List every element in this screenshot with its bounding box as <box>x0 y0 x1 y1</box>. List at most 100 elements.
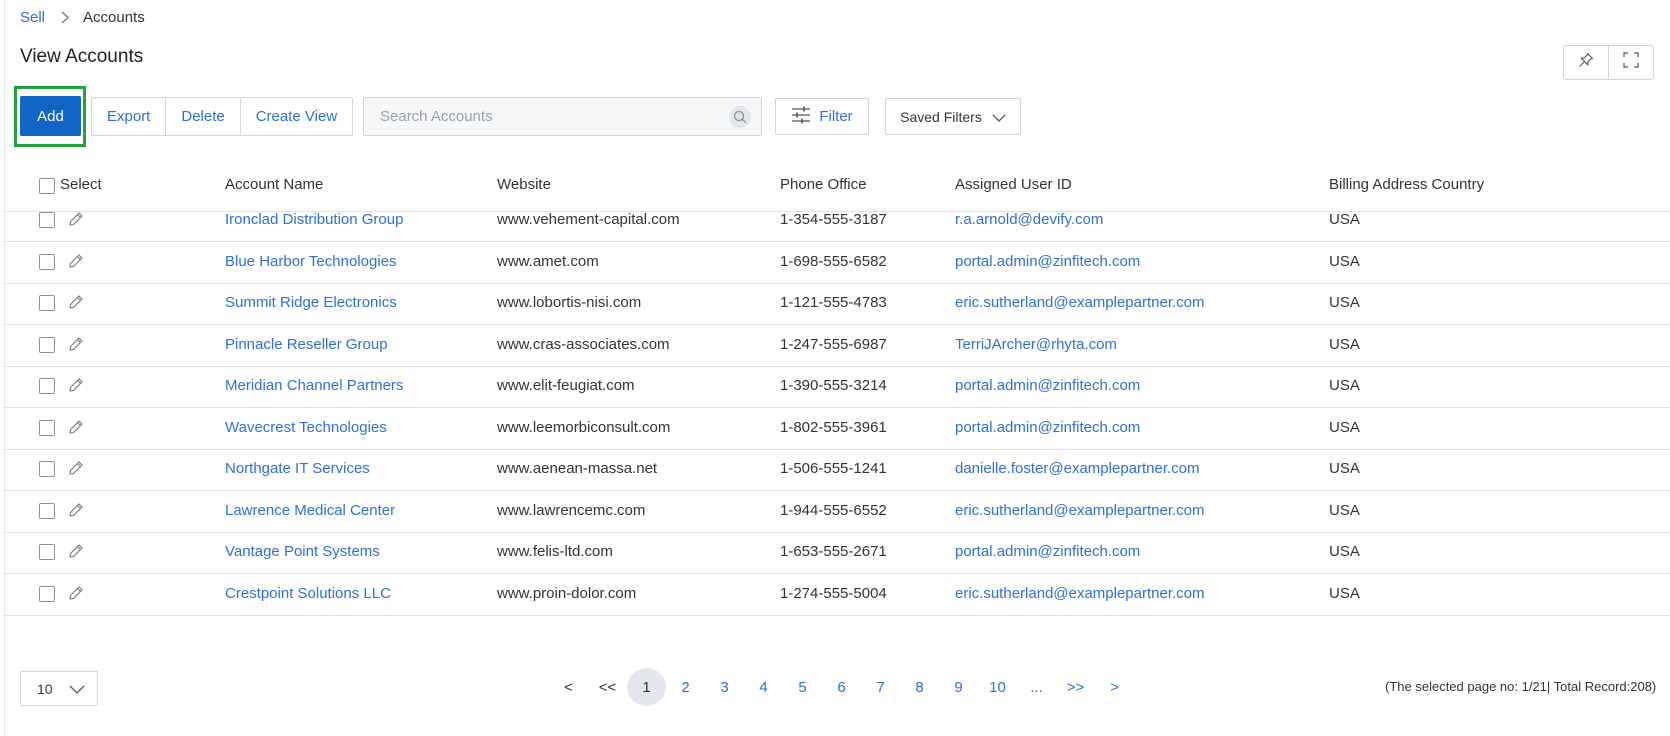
account-name-link[interactable]: Vantage Point Systems <box>225 543 380 560</box>
search-icon[interactable] <box>729 106 751 128</box>
row-checkbox[interactable] <box>39 544 55 560</box>
assigned-user-link[interactable]: portal.admin@zinfitech.com <box>955 419 1140 436</box>
column-header-assigned-user-id[interactable]: Assigned User ID <box>955 176 1072 193</box>
table-row: Northgate IT Services www.aenean-massa.ne… <box>4 448 1670 491</box>
page-number-button[interactable]: 4 <box>744 668 783 706</box>
page-title: View Accounts <box>20 46 144 67</box>
phone-cell: 1-698-555-6582 <box>780 253 887 270</box>
add-button[interactable]: Add <box>20 96 81 136</box>
assigned-user-link[interactable]: eric.sutherland@examplepartner.com <box>955 294 1205 311</box>
create-view-button[interactable]: Create View <box>239 98 352 135</box>
table-row: Wavecrest Technologies www.leemorbiconsul… <box>4 407 1670 450</box>
next-page-button[interactable]: > <box>1095 668 1134 706</box>
page-number-button[interactable]: 3 <box>705 668 744 706</box>
saved-filters-label: Saved Filters <box>900 108 982 125</box>
column-header-phone-office[interactable]: Phone Office <box>780 176 866 193</box>
prev-page-button[interactable]: < <box>549 668 588 706</box>
assigned-user-link[interactable]: eric.sutherland@examplepartner.com <box>955 585 1205 602</box>
fullscreen-button[interactable] <box>1608 46 1653 79</box>
pencil-icon[interactable] <box>68 502 84 523</box>
account-name-link[interactable]: Pinnacle Reseller Group <box>225 336 388 353</box>
row-checkbox[interactable] <box>39 295 55 311</box>
pencil-icon[interactable] <box>68 294 84 315</box>
export-button[interactable]: Export <box>92 98 165 135</box>
select-all-checkbox[interactable] <box>39 178 55 194</box>
pencil-icon[interactable] <box>68 543 84 564</box>
assigned-user-link[interactable]: portal.admin@zinfitech.com <box>955 253 1140 270</box>
pencil-icon[interactable] <box>68 253 84 274</box>
row-checkbox[interactable] <box>39 586 55 602</box>
website-cell: www.proin-dolor.com <box>497 585 637 602</box>
filter-button[interactable]: Filter <box>775 98 869 135</box>
search-input[interactable] <box>364 98 720 135</box>
phone-cell: 1-802-555-3961 <box>780 419 887 436</box>
account-name-link[interactable]: Meridian Channel Partners <box>225 377 403 394</box>
table-row: Summit Ridge Electronics www.lobortis-nis… <box>4 282 1670 325</box>
page-number-button[interactable]: 6 <box>822 668 861 706</box>
account-name-link[interactable]: Summit Ridge Electronics <box>225 294 397 311</box>
phone-cell: 1-274-555-5004 <box>780 585 887 602</box>
row-checkbox[interactable] <box>39 461 55 477</box>
account-name-link[interactable]: Northgate IT Services <box>225 460 370 477</box>
ellipsis[interactable]: ... <box>1017 668 1056 706</box>
column-header-account-name[interactable]: Account Name <box>225 176 323 193</box>
page-size-select[interactable]: 10 <box>20 671 98 706</box>
pencil-icon[interactable] <box>68 460 84 481</box>
row-checkbox[interactable] <box>39 337 55 353</box>
assigned-user-link[interactable]: eric.sutherland@examplepartner.com <box>955 502 1205 519</box>
page-number-button[interactable]: 2 <box>666 668 705 706</box>
row-checkbox[interactable] <box>39 378 55 394</box>
billing-country-cell: USA <box>1329 502 1360 519</box>
pin-icon <box>1578 52 1594 73</box>
phone-cell: 1-506-555-1241 <box>780 460 887 477</box>
billing-country-cell: USA <box>1329 585 1360 602</box>
assigned-user-link[interactable]: danielle.foster@examplepartner.com <box>955 460 1200 477</box>
row-checkbox[interactable] <box>39 212 55 228</box>
pencil-icon[interactable] <box>68 211 84 232</box>
row-checkbox[interactable] <box>39 254 55 270</box>
page-number-button[interactable]: 9 <box>939 668 978 706</box>
website-cell: www.aenean-massa.net <box>497 460 658 477</box>
chevron-down-icon <box>69 681 85 697</box>
assigned-user-link[interactable]: portal.admin@zinfitech.com <box>955 543 1140 560</box>
page-number-button[interactable]: 7 <box>861 668 900 706</box>
page-number-button[interactable]: 5 <box>783 668 822 706</box>
account-name-link[interactable]: Lawrence Medical Center <box>225 502 395 519</box>
account-name-link[interactable]: Ironclad Distribution Group <box>225 211 403 228</box>
account-name-link[interactable]: Wavecrest Technologies <box>225 419 387 436</box>
website-cell: www.lobortis-nisi.com <box>497 294 642 311</box>
pin-button[interactable] <box>1564 46 1608 79</box>
first-page-button[interactable]: << <box>588 668 627 706</box>
pencil-icon[interactable] <box>68 336 84 357</box>
billing-country-cell: USA <box>1329 543 1360 560</box>
website-cell: www.lawrencemc.com <box>497 502 646 519</box>
last-page-button[interactable]: >> <box>1056 668 1095 706</box>
billing-country-cell: USA <box>1329 377 1360 394</box>
column-header-website[interactable]: Website <box>497 176 551 193</box>
assigned-user-link[interactable]: portal.admin@zinfitech.com <box>955 377 1140 394</box>
page-number-button[interactable]: 10 <box>978 668 1017 706</box>
chevron-right-icon <box>61 11 69 24</box>
phone-cell: 1-653-555-2671 <box>780 543 887 560</box>
chevron-down-icon <box>992 109 1006 125</box>
assigned-user-link[interactable]: r.a.arnold@devify.com <box>955 211 1103 228</box>
table-row: Lawrence Medical Center www.lawrencemc.co… <box>4 490 1670 533</box>
column-header-billing-country[interactable]: Billing Address Country <box>1329 176 1484 193</box>
pencil-icon[interactable] <box>68 585 84 606</box>
pencil-icon[interactable] <box>68 377 84 398</box>
breadcrumb: Sell Accounts <box>20 9 145 26</box>
saved-filters-dropdown[interactable]: Saved Filters <box>885 98 1021 135</box>
row-checkbox[interactable] <box>39 420 55 436</box>
billing-country-cell: USA <box>1329 294 1360 311</box>
page-number-button[interactable]: 8 <box>900 668 939 706</box>
account-name-link[interactable]: Blue Harbor Technologies <box>225 253 397 270</box>
pencil-icon[interactable] <box>68 419 84 440</box>
phone-cell: 1-354-555-3187 <box>780 211 887 228</box>
billing-country-cell: USA <box>1329 419 1360 436</box>
account-name-link[interactable]: Crestpoint Solutions LLC <box>225 585 391 602</box>
delete-button[interactable]: Delete <box>165 98 239 135</box>
row-checkbox[interactable] <box>39 503 55 519</box>
page-number-button[interactable]: 1 <box>627 668 666 706</box>
breadcrumb-sell-link[interactable]: Sell <box>20 9 45 26</box>
assigned-user-link[interactable]: TerriJArcher@rhyta.com <box>955 336 1117 353</box>
